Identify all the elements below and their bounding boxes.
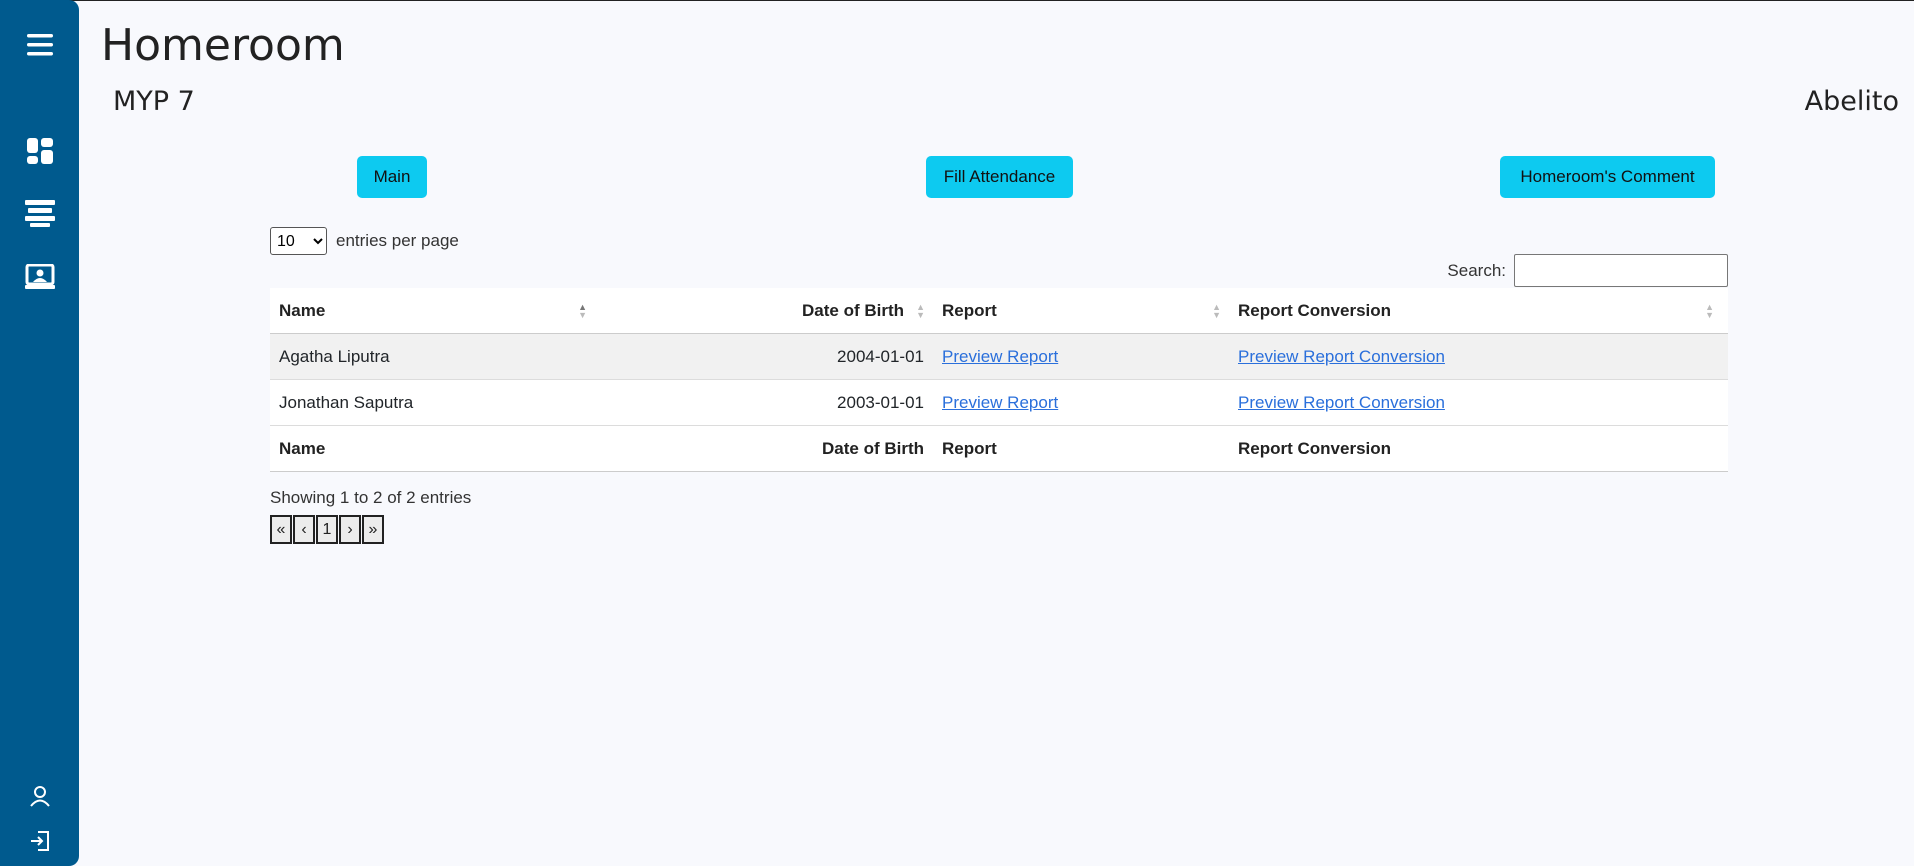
col-conversion-label: Report Conversion: [1238, 300, 1392, 320]
footer-dob: Date of Birth: [595, 425, 933, 472]
table-row: Jonathan Saputra 2003-01-01 Preview Repo…: [270, 379, 1728, 426]
students-table: Name ▲ ▼ Date of Birth ▲ ▼ Report ▲ ▼ Repor…: [270, 288, 1728, 472]
date-of-birth: 2004-01-01: [595, 333, 933, 380]
entries-per-page-label: entries per page: [336, 231, 459, 250]
classes-icon[interactable]: [0, 197, 79, 229]
homeroom-comment-button[interactable]: Homeroom's Comment: [1500, 156, 1715, 198]
menu-icon[interactable]: [0, 28, 79, 62]
entries-length-control: 10 entries per page: [270, 227, 459, 255]
col-conversion-header[interactable]: Report Conversion ▲ ▼: [1229, 288, 1728, 334]
search-input[interactable]: [1514, 254, 1728, 287]
fill-attendance-button[interactable]: Fill Attendance: [926, 156, 1073, 198]
sort-icon: ▲ ▼: [1705, 301, 1714, 320]
entries-per-page-select[interactable]: 10: [270, 227, 327, 255]
pagination: « ‹ 1 › »: [270, 515, 384, 544]
table-footer-row: Name Date of Birth Report Report Convers…: [270, 425, 1728, 472]
sort-icon: ▲ ▼: [1212, 301, 1221, 320]
next-page-button[interactable]: ›: [339, 515, 361, 544]
search-label: Search:: [1447, 260, 1506, 280]
col-dob-label: Date of Birth: [802, 300, 904, 320]
profile-icon[interactable]: [0, 783, 79, 809]
col-report-label: Report: [942, 300, 997, 320]
previous-page-button[interactable]: ‹: [293, 515, 315, 544]
preview-report-conversion-link[interactable]: Preview Report Conversion: [1238, 347, 1445, 366]
table-info: Showing 1 to 2 of 2 entries: [270, 488, 472, 507]
preview-report-link[interactable]: Preview Report: [942, 393, 1058, 412]
table-row: Agatha Liputra 2004-01-01 Preview Report…: [270, 333, 1728, 380]
preview-report-conversion-link[interactable]: Preview Report Conversion: [1238, 393, 1445, 412]
footer-report: Report: [933, 425, 1229, 472]
first-page-button[interactable]: «: [270, 515, 292, 544]
sort-asc-icon: ▲ ▼: [578, 301, 587, 320]
col-name-label: Name: [279, 300, 326, 320]
main-button[interactable]: Main: [357, 156, 427, 198]
dashboard-icon[interactable]: [0, 135, 79, 167]
col-dob-header[interactable]: Date of Birth ▲ ▼: [595, 288, 933, 334]
table-header-row: Name ▲ ▼ Date of Birth ▲ ▼ Report ▲ ▼ Repor…: [270, 288, 1728, 334]
student-name: Jonathan Saputra: [270, 379, 595, 426]
logout-icon[interactable]: [0, 828, 79, 854]
report-cell: Preview Report: [933, 333, 1229, 380]
last-page-button[interactable]: »: [362, 515, 384, 544]
sidebar: [0, 0, 79, 866]
col-report-header[interactable]: Report ▲ ▼: [933, 288, 1229, 334]
col-name-header[interactable]: Name ▲ ▼: [270, 288, 595, 334]
page-title: Homeroom: [101, 20, 345, 71]
sort-icon: ▲ ▼: [916, 301, 925, 320]
student-name: Agatha Liputra: [270, 333, 595, 380]
conversion-cell: Preview Report Conversion: [1229, 379, 1728, 426]
date-of-birth: 2003-01-01: [595, 379, 933, 426]
search-control: Search:: [1447, 254, 1728, 287]
preview-report-link[interactable]: Preview Report: [942, 347, 1058, 366]
user-name: Abelito: [1804, 86, 1899, 117]
report-cell: Preview Report: [933, 379, 1229, 426]
page-1-button[interactable]: 1: [316, 515, 338, 544]
footer-conversion: Report Conversion: [1229, 425, 1728, 472]
footer-name: Name: [270, 425, 595, 472]
top-border: [0, 0, 1914, 1]
class-name: MYP 7: [113, 86, 195, 117]
homeroom-icon[interactable]: [0, 261, 79, 293]
conversion-cell: Preview Report Conversion: [1229, 333, 1728, 380]
